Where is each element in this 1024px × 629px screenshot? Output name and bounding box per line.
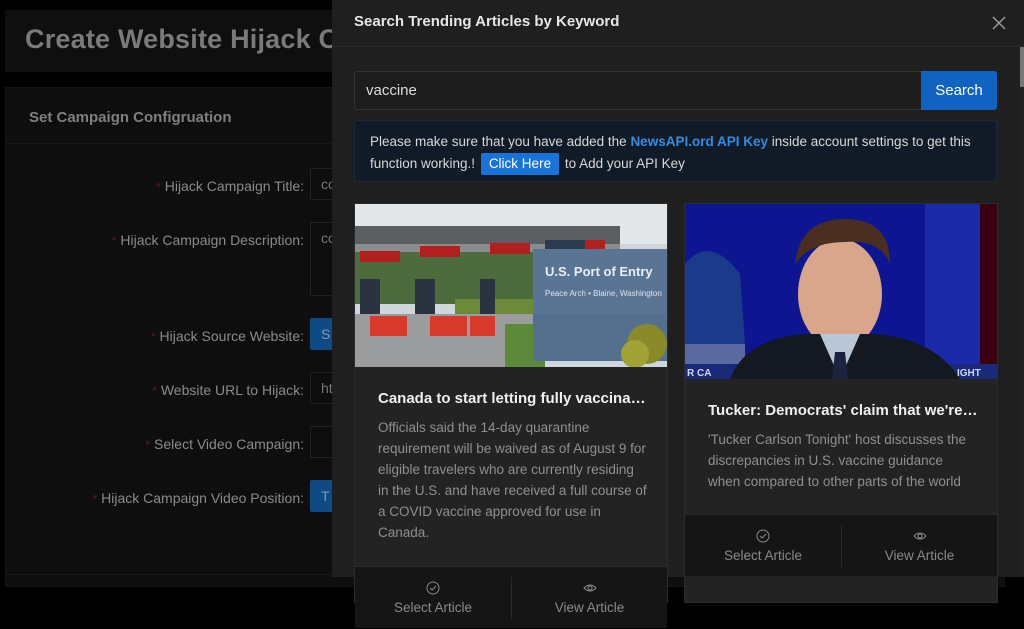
article-image: U.S. Port of Entry Peace Arch • Blaine, …: [355, 204, 667, 367]
form-label: * Website URL to Hijack:: [152, 382, 304, 398]
close-button[interactable]: [988, 12, 1010, 34]
article-description: Officials said the 14-day quarantine req…: [378, 420, 647, 540]
article-title: Canada to start letting fully vaccinat..…: [378, 390, 648, 407]
view-article-button[interactable]: View Article: [511, 577, 667, 619]
article-actions: Select Article View Article: [355, 566, 667, 628]
keyword-search-input[interactable]: [354, 71, 921, 110]
click-here-button[interactable]: Click Here: [480, 153, 560, 175]
view-article-button[interactable]: View Article: [841, 525, 997, 567]
eye-icon: [582, 584, 597, 592]
scrollbar-thumb[interactable]: [1020, 47, 1024, 87]
select-article-button[interactable]: Select Article: [355, 567, 511, 629]
article-card: U.S. Port of Entry Peace Arch • Blaine, …: [354, 203, 668, 628]
form-label: * Hijack Campaign Video Position:: [92, 490, 304, 506]
search-row: Search: [354, 71, 997, 110]
search-articles-modal: Search Trending Articles by Keyword Sear…: [332, 0, 1024, 628]
required-mark: *: [111, 234, 117, 248]
article-card: R CA IGHT Tucker: Democrats' claim that …: [684, 203, 998, 603]
modal-title: Search Trending Articles by Keyword: [354, 13, 620, 30]
ticker-right-text: IGHT: [957, 368, 981, 379]
article-image: R CA IGHT: [685, 204, 997, 379]
select-article-button[interactable]: Select Article: [685, 515, 841, 577]
newsapi-key-link[interactable]: NewsAPI.ord API Key: [630, 134, 768, 149]
check-circle-icon: [426, 581, 440, 595]
modal-scrollbar[interactable]: [1020, 47, 1024, 577]
article-body: Canada to start letting fully vaccinat..…: [378, 390, 648, 543]
eye-icon: [912, 532, 927, 540]
article-description: 'Tucker Carlson Tonight' host discusses …: [708, 432, 967, 489]
sign-sub-text: Peace Arch • Blaine, Washington: [545, 289, 662, 298]
required-mark: *: [145, 438, 151, 452]
ticker-left-text: R CA: [687, 368, 711, 379]
close-icon: [992, 16, 1006, 30]
required-mark: *: [92, 492, 98, 506]
required-mark: *: [152, 384, 157, 398]
article-body: Tucker: Democrats' claim that we're ... …: [708, 402, 978, 492]
article-title: Tucker: Democrats' claim that we're ...: [708, 402, 978, 419]
check-circle-icon: [756, 529, 770, 543]
form-label: * Hijack Campaign Title:: [156, 178, 304, 194]
modal-header: Search Trending Articles by Keyword: [332, 0, 1024, 47]
sign-main-text: U.S. Port of Entry: [545, 264, 653, 279]
required-mark: *: [150, 330, 156, 344]
article-actions: Select Article View Article: [685, 514, 997, 576]
search-button[interactable]: Search: [921, 71, 997, 110]
form-label: * Hijack Campaign Description:: [111, 232, 304, 248]
form-label: * Select Video Campaign:: [145, 436, 304, 452]
api-key-alert: Please make sure that you have added the…: [354, 120, 997, 182]
required-mark: *: [156, 180, 161, 194]
form-label: * Hijack Source Website:: [150, 328, 304, 344]
